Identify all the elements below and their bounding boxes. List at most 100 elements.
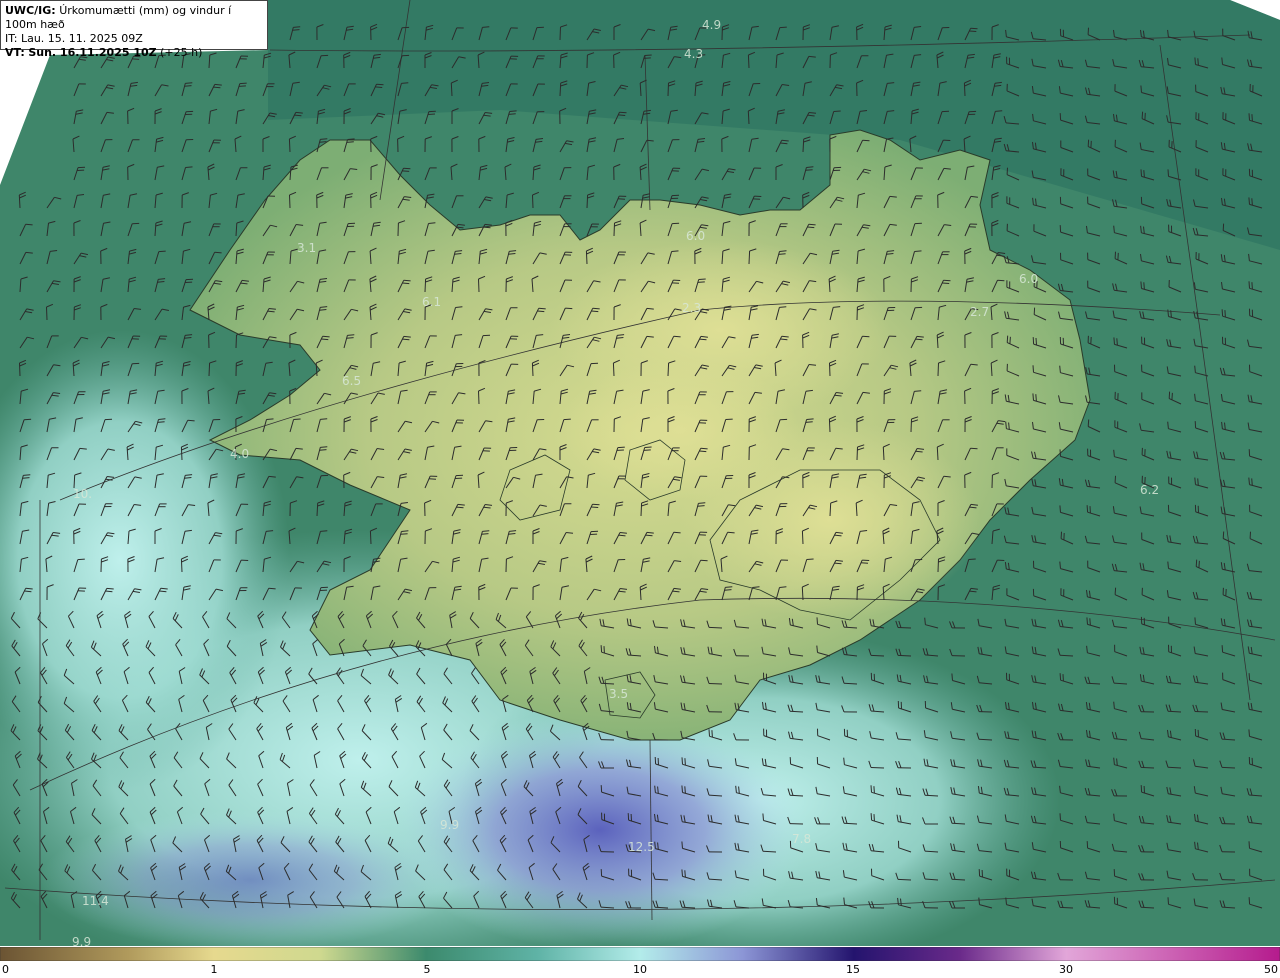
- colorbar-tick: 10: [633, 963, 647, 976]
- wind-barb: [559, 82, 562, 97]
- wind-barb-feather: [700, 559, 708, 562]
- highland-centre: [560, 360, 800, 500]
- colorbar-tick: 1: [210, 963, 218, 976]
- wind-barb-feather: [24, 590, 32, 593]
- wind-barb-feather: [1248, 477, 1250, 485]
- wind-barb-feather: [943, 279, 951, 282]
- colorbar-tick: 0: [2, 963, 9, 976]
- wind-barb-feather: [266, 418, 274, 420]
- wind-barb: [600, 682, 615, 685]
- wind-barb-feather: [779, 26, 787, 29]
- wind-barb-feather: [1248, 281, 1250, 289]
- wind-barb-feather: [1035, 337, 1037, 346]
- map-label: 3.1: [297, 241, 316, 255]
- wind-barb-feather: [187, 419, 195, 422]
- wind-barb-feather: [591, 310, 599, 313]
- wind-barb-feather: [403, 335, 411, 338]
- wind-barb-feather: [1035, 394, 1037, 402]
- wind-barb-feather: [592, 307, 600, 310]
- wind-barb-feather: [779, 306, 787, 308]
- wind-barb-feather: [1251, 114, 1253, 122]
- colorbar-ticks: 0 1 5 10 15 30 50: [0, 961, 1280, 978]
- wind-barb-feather: [889, 195, 897, 198]
- wind-barb-feather: [1248, 841, 1250, 849]
- wind-barb-feather: [320, 418, 328, 420]
- wind-barb-feather: [646, 335, 654, 338]
- wind-barb-feather: [25, 251, 33, 254]
- wind-barb: [882, 446, 885, 461]
- wind-barb: [478, 278, 480, 293]
- wind-barb-feather: [537, 310, 545, 313]
- wind-barb: [897, 627, 912, 629]
- wind-barb: [478, 390, 480, 405]
- wind-barb-feather: [873, 786, 875, 794]
- wind-barb-feather: [699, 450, 707, 453]
- wind-barb: [802, 138, 805, 153]
- wind-barb: [937, 362, 939, 377]
- wind-barb-feather: [1059, 673, 1062, 681]
- wind-barb: [1140, 766, 1155, 769]
- wind-barb: [235, 334, 237, 349]
- wind-barb-feather: [185, 166, 193, 168]
- wind-barb-feather: [978, 897, 980, 905]
- wind-barb-feather: [781, 335, 789, 338]
- wind-barb-feather: [482, 26, 490, 28]
- wind-barb-feather: [968, 558, 976, 560]
- wind-barb: [180, 558, 183, 573]
- wind-barb-feather: [238, 85, 246, 87]
- wind-barb: [208, 362, 211, 377]
- wind-barb-feather: [673, 335, 681, 338]
- wind-barb-feather: [346, 141, 354, 143]
- wind-barb: [289, 194, 291, 209]
- wind-barb-feather: [1116, 758, 1118, 766]
- wind-barb-feather: [1059, 561, 1061, 569]
- wind-barb-feather: [646, 307, 654, 310]
- colorbar-tick: 50: [1264, 963, 1278, 976]
- wind-barb: [586, 194, 589, 209]
- wind-barb-feather: [778, 253, 786, 255]
- wind-barb-feather: [482, 530, 490, 532]
- wind-barb: [963, 82, 966, 97]
- wind-barb-feather: [644, 446, 652, 448]
- wind-barb-feather: [401, 82, 409, 84]
- wind-barb: [829, 362, 831, 377]
- wind-barb-feather: [698, 502, 706, 504]
- wind-barb-feather: [158, 250, 166, 253]
- wind-barb-feather: [1005, 421, 1007, 429]
- wind-barb-feather: [402, 282, 410, 285]
- wind-barb-feather: [160, 587, 168, 590]
- wind-barb-feather: [1086, 505, 1089, 513]
- map-label: 2.7: [970, 305, 989, 319]
- map-label: 7.8: [792, 832, 811, 846]
- wind-barb-feather: [1089, 618, 1091, 626]
- wind-barb-feather: [1113, 449, 1115, 457]
- wind-barb-feather: [806, 418, 814, 420]
- wind-barb-feather: [1248, 673, 1251, 681]
- wind-barb: [613, 222, 615, 237]
- map-label: 6.0: [686, 229, 705, 243]
- wind-barb: [910, 418, 912, 433]
- wind-barb-feather: [617, 446, 625, 449]
- map-label: 12.5: [628, 840, 655, 854]
- wind-barb-feather: [376, 83, 384, 86]
- wind-barb-feather: [1198, 560, 1200, 568]
- wind-barb: [559, 26, 561, 41]
- wind-barb: [951, 822, 966, 825]
- wind-barb: [1194, 711, 1209, 713]
- wind-barb-feather: [347, 334, 355, 336]
- wind-barb-feather: [816, 645, 818, 653]
- wind-barb-feather: [924, 617, 926, 625]
- wind-barb-feather: [843, 757, 845, 765]
- wind-barb-feather: [600, 645, 603, 653]
- wind-barb-feather: [158, 418, 166, 420]
- wind-barb-feather: [735, 785, 737, 793]
- wind-barb-feather: [738, 786, 740, 794]
- wind-barb-feather: [752, 586, 760, 588]
- map-label: 6.0: [1019, 272, 1038, 286]
- wind-barb-feather: [1221, 309, 1224, 317]
- wind-barb-feather: [105, 590, 113, 593]
- wind-barb-feather: [914, 250, 922, 252]
- wind-barb-feather: [914, 390, 922, 392]
- wind-barb-feather: [77, 558, 85, 561]
- map-label: 2.3: [682, 301, 701, 315]
